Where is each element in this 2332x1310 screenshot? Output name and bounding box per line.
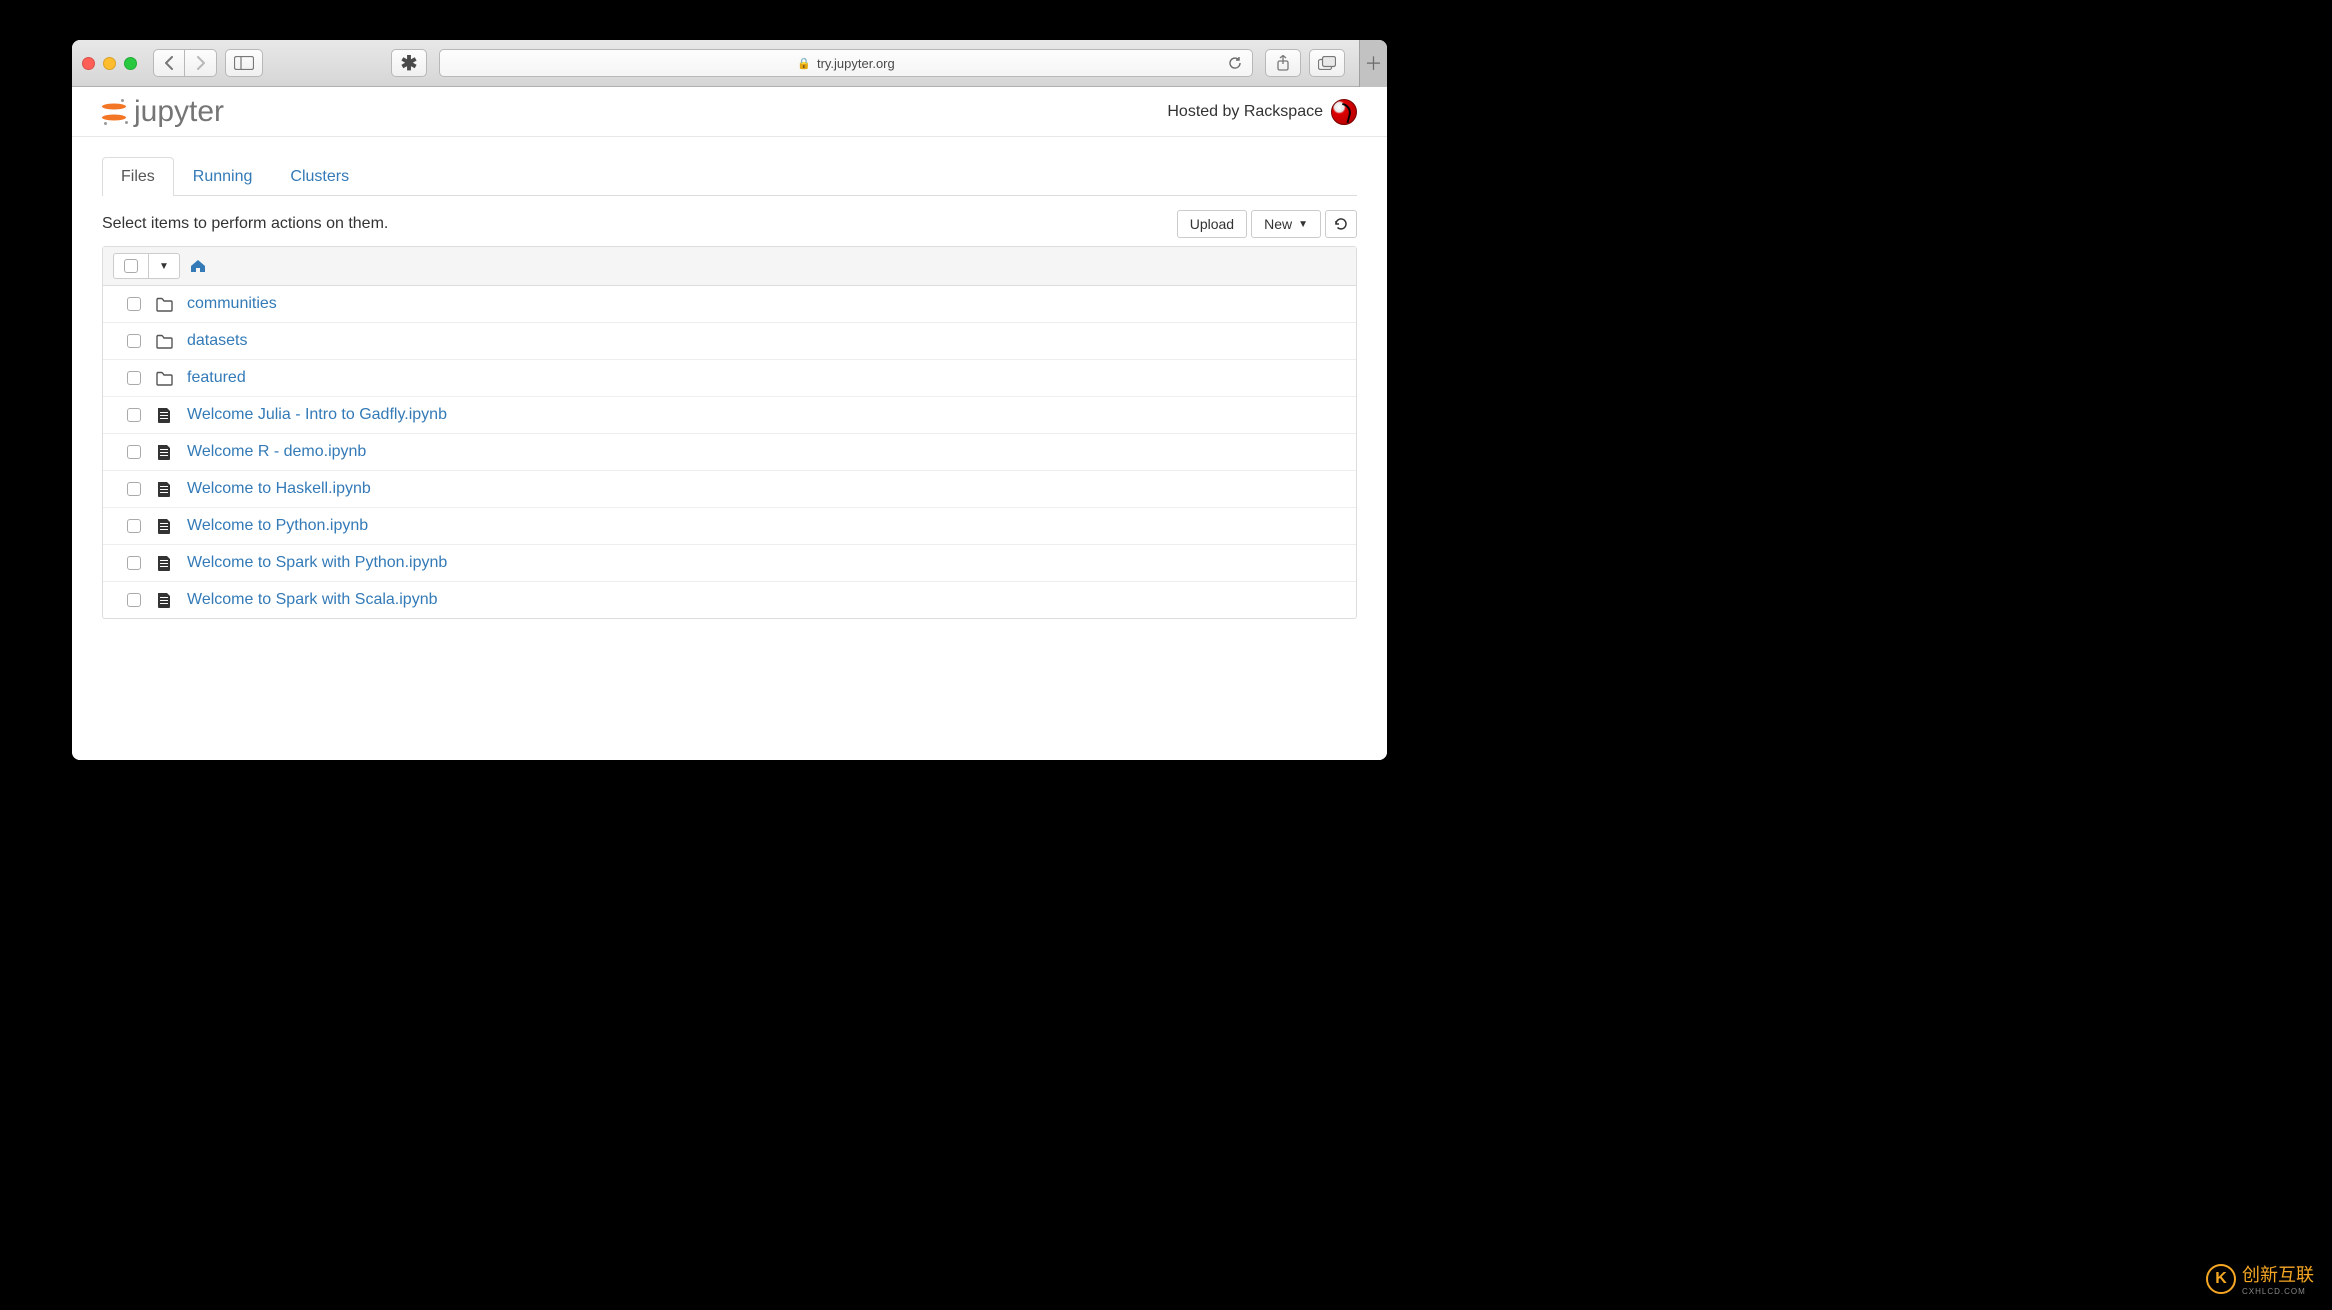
notebook-icon bbox=[155, 406, 173, 424]
item-checkbox[interactable] bbox=[127, 519, 141, 533]
tab-clusters[interactable]: Clusters bbox=[271, 157, 368, 196]
show-tabs-button[interactable] bbox=[1309, 49, 1345, 77]
upload-button[interactable]: Upload bbox=[1177, 210, 1247, 238]
jupyter-header: jupyter Hosted by Rackspace bbox=[72, 87, 1387, 137]
item-link[interactable]: Welcome Julia - Intro to Gadfly.ipynb bbox=[187, 406, 447, 424]
list-item: communities bbox=[103, 286, 1356, 323]
action-row: Select items to perform actions on them.… bbox=[102, 210, 1357, 238]
list-item: Welcome to Python.ipynb bbox=[103, 508, 1356, 545]
maximize-window-button[interactable] bbox=[124, 57, 137, 70]
tab-running[interactable]: Running bbox=[174, 157, 272, 196]
extension-button[interactable]: ✱ bbox=[391, 49, 427, 77]
watermark-sub: CXHLCD.COM bbox=[2242, 1287, 2314, 1296]
list-item: Welcome to Haskell.ipynb bbox=[103, 471, 1356, 508]
item-link[interactable]: featured bbox=[187, 369, 246, 387]
sidebar-icon bbox=[234, 56, 254, 70]
item-checkbox[interactable] bbox=[127, 556, 141, 570]
nav-buttons bbox=[153, 49, 217, 77]
notebook-icon bbox=[155, 443, 173, 461]
tab-files[interactable]: Files bbox=[102, 157, 174, 196]
item-checkbox[interactable] bbox=[127, 408, 141, 422]
tabs-icon bbox=[1318, 56, 1336, 70]
back-button[interactable] bbox=[153, 49, 185, 77]
new-tab-button[interactable]: ＋ bbox=[1359, 40, 1387, 87]
list-item: Welcome to Spark with Scala.ipynb bbox=[103, 582, 1356, 618]
notebook-icon bbox=[155, 517, 173, 535]
close-window-button[interactable] bbox=[82, 57, 95, 70]
lock-icon: 🔒 bbox=[797, 57, 811, 70]
list-item: Welcome Julia - Intro to Gadfly.ipynb bbox=[103, 397, 1356, 434]
item-link[interactable]: Welcome to Spark with Scala.ipynb bbox=[187, 591, 437, 609]
item-checkbox[interactable] bbox=[127, 371, 141, 385]
home-icon bbox=[190, 259, 206, 273]
item-checkbox[interactable] bbox=[127, 334, 141, 348]
file-list: ▼ communities datasets featured Welcome Jul… bbox=[102, 246, 1357, 619]
select-all-checkbox-cell[interactable] bbox=[114, 254, 148, 278]
list-item: datasets bbox=[103, 323, 1356, 360]
item-checkbox[interactable] bbox=[127, 297, 141, 311]
jupyter-logo-icon bbox=[102, 100, 126, 124]
window-controls bbox=[82, 57, 137, 70]
caret-down-icon: ▼ bbox=[1298, 219, 1308, 230]
item-link[interactable]: Welcome R - demo.ipynb bbox=[187, 443, 366, 461]
jupyter-app: jupyter Hosted by Rackspace Files Runnin… bbox=[72, 87, 1387, 760]
item-link[interactable]: Welcome to Spark with Python.ipynb bbox=[187, 554, 447, 572]
item-link[interactable]: Welcome to Python.ipynb bbox=[187, 517, 368, 535]
list-item: featured bbox=[103, 360, 1356, 397]
item-link[interactable]: communities bbox=[187, 295, 277, 313]
share-icon bbox=[1276, 55, 1290, 71]
folder-icon bbox=[155, 332, 173, 350]
hosted-by-text: Hosted by Rackspace bbox=[1167, 103, 1323, 121]
url-text: try.jupyter.org bbox=[817, 56, 895, 71]
watermark-main: 创新互联 bbox=[2242, 1265, 2314, 1285]
notebook-icon bbox=[155, 591, 173, 609]
chevron-right-icon bbox=[196, 56, 206, 70]
new-button[interactable]: New ▼ bbox=[1251, 210, 1321, 238]
item-checkbox[interactable] bbox=[127, 593, 141, 607]
reload-icon bbox=[1228, 56, 1242, 70]
notebook-icon bbox=[155, 554, 173, 572]
notebook-icon bbox=[155, 480, 173, 498]
watermark-text: 创新互联 CXHLCD.COM bbox=[2242, 1261, 2314, 1296]
jupyter-logo-text: jupyter bbox=[134, 95, 224, 129]
refresh-icon bbox=[1334, 217, 1348, 231]
show-sidebar-button[interactable] bbox=[225, 49, 263, 77]
list-item: Welcome R - demo.ipynb bbox=[103, 434, 1356, 471]
plus-icon: ＋ bbox=[1365, 50, 1383, 76]
select-all-checkbox[interactable] bbox=[124, 259, 138, 273]
action-hint: Select items to perform actions on them. bbox=[102, 215, 388, 233]
asterisk-icon: ✱ bbox=[401, 51, 418, 76]
item-link[interactable]: datasets bbox=[187, 332, 247, 350]
breadcrumb-home[interactable] bbox=[190, 259, 206, 273]
jupyter-body: Files Running Clusters Select items to p… bbox=[72, 137, 1387, 639]
folder-icon bbox=[155, 369, 173, 387]
select-all-group: ▼ bbox=[113, 253, 180, 279]
forward-button[interactable] bbox=[185, 49, 217, 77]
hosted-by[interactable]: Hosted by Rackspace bbox=[1167, 99, 1357, 125]
watermark-icon: K bbox=[2206, 1264, 2236, 1294]
list-item: Welcome to Spark with Python.ipynb bbox=[103, 545, 1356, 582]
main-tabs: Files Running Clusters bbox=[102, 157, 1357, 196]
select-menu-button[interactable]: ▼ bbox=[148, 254, 179, 278]
watermark: K 创新互联 CXHLCD.COM bbox=[2206, 1261, 2314, 1296]
reload-button[interactable] bbox=[1228, 56, 1242, 70]
safari-toolbar: ✱ 🔒 try.jupyter.org bbox=[72, 40, 1387, 87]
url-bar[interactable]: 🔒 try.jupyter.org bbox=[439, 49, 1253, 77]
file-list-header: ▼ bbox=[103, 247, 1356, 286]
new-button-label: New bbox=[1264, 216, 1292, 232]
action-buttons: Upload New ▼ bbox=[1177, 210, 1357, 238]
rackspace-icon bbox=[1331, 99, 1357, 125]
chevron-left-icon bbox=[164, 56, 174, 70]
minimize-window-button[interactable] bbox=[103, 57, 116, 70]
item-checkbox[interactable] bbox=[127, 445, 141, 459]
jupyter-logo[interactable]: jupyter bbox=[102, 95, 224, 129]
item-link[interactable]: Welcome to Haskell.ipynb bbox=[187, 480, 371, 498]
browser-window: ✱ 🔒 try.jupyter.org bbox=[72, 40, 1387, 760]
share-button[interactable] bbox=[1265, 49, 1301, 77]
item-checkbox[interactable] bbox=[127, 482, 141, 496]
folder-icon bbox=[155, 295, 173, 313]
refresh-button[interactable] bbox=[1325, 210, 1357, 238]
